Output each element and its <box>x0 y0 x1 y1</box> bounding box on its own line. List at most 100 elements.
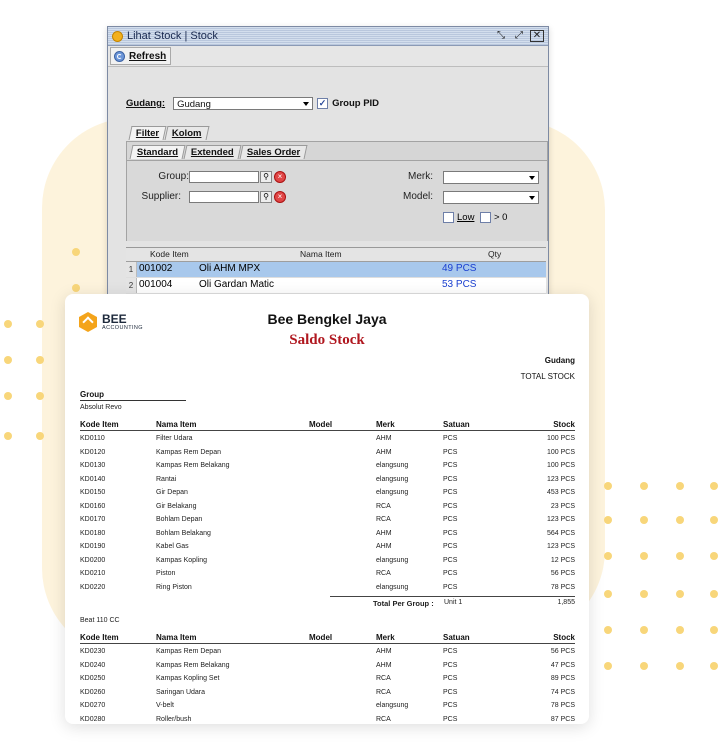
grid-row[interactable]: 2 001004 Oli Gardan Matic 53 PCS <box>126 278 546 294</box>
cell-satuan: PCS <box>443 675 458 682</box>
col-satuan: Satuan <box>443 633 470 642</box>
cell-kode: KD0150 <box>80 489 106 496</box>
chevron-down-icon <box>529 176 535 180</box>
grid-col-nama[interactable]: Nama Item <box>300 249 342 259</box>
cell-kode: KD0260 <box>80 688 106 696</box>
cell-satuan: PCS <box>443 715 458 723</box>
cell-merk: elangsung <box>376 556 409 564</box>
cell-satuan: PCS <box>443 543 458 550</box>
table-row: KD0250 Kampas Kopling Set RCA PCS 89 PCS <box>80 673 575 686</box>
cell-satuan: PCS <box>443 648 458 655</box>
supplier-input[interactable] <box>189 191 259 203</box>
group-search-icon[interactable]: ⚲ <box>260 171 272 183</box>
cell-stock: 453 PCS <box>546 489 575 496</box>
table-row: KD0110 Filter Udara AHM PCS 100 PCS <box>80 433 575 446</box>
table-row: KD0240 Kampas Rem Belakang AHM PCS 47 PCS <box>80 660 575 673</box>
cell-stock: 100 PCS <box>546 435 575 442</box>
decorative-dot <box>676 482 684 490</box>
cell-nama: Filter Udara <box>156 435 193 442</box>
tab-standard-label: Standard <box>136 147 179 158</box>
merk-select[interactable] <box>443 171 539 184</box>
supplier-search-icon[interactable]: ⚲ <box>260 191 272 203</box>
report-gudang: Gudang <box>544 356 575 365</box>
tab-kolom[interactable]: Kolom <box>164 126 210 140</box>
group-total-unit: Unit 1 <box>444 599 463 606</box>
cell-nama: Piston <box>156 570 176 577</box>
cell-kode: KD0240 <box>80 661 106 669</box>
close-icon[interactable]: ✕ <box>530 30 544 42</box>
decorative-dot <box>676 626 684 634</box>
cell-satuan: PCS <box>443 702 458 709</box>
col-model: Model <box>309 420 333 429</box>
supplier-clear-icon[interactable]: × <box>274 191 286 203</box>
cell-satuan: PCS <box>443 556 458 564</box>
cell-stock: 123 PCS <box>546 475 575 483</box>
decorative-dot <box>604 626 612 634</box>
cell-kode: KD0220 <box>80 583 106 591</box>
cell-satuan: PCS <box>443 688 458 696</box>
grid-row[interactable]: 1 001002 Oli AHM MPX 49 PCS <box>126 262 546 278</box>
decorative-dot <box>604 552 612 560</box>
low-checkbox[interactable] <box>443 212 454 223</box>
cell-kode: KD0280 <box>80 715 106 723</box>
cell-kode: KD0190 <box>80 543 106 550</box>
cell-stock: 100 PCS <box>546 462 575 469</box>
group-name: Beat 110 CC <box>80 617 120 624</box>
table-row: KD0260 Saringan Udara RCA PCS 74 PCS <box>80 687 575 700</box>
cell-nama: V-belt <box>156 702 174 709</box>
table-row: KD0180 Bohlam Belakang AHM PCS 564 PCS <box>80 528 575 541</box>
grid-col-kode[interactable]: Kode Item <box>150 249 189 259</box>
grid-cell-qty: 49 PCS <box>442 263 477 274</box>
table-row: KD0210 Piston RCA PCS 56 PCS <box>80 568 575 581</box>
cell-stock: 78 PCS <box>550 583 575 591</box>
window-toolbar: Refresh <box>108 46 548 67</box>
cell-nama: Bohlam Belakang <box>156 529 211 537</box>
group-pid-checkbox[interactable]: ✓ <box>317 98 329 109</box>
decorative-dot <box>36 432 44 440</box>
model-select[interactable] <box>443 191 539 204</box>
refresh-icon <box>114 50 125 62</box>
cell-kode: KD0200 <box>80 556 106 564</box>
cell-merk: RCA <box>376 675 391 682</box>
tab-sales-order-label: Sales Order <box>246 147 301 158</box>
tab-sales-order[interactable]: Sales Order <box>239 145 308 159</box>
cell-nama: Ring Piston <box>156 583 192 591</box>
maximize-icon[interactable]: ⤢ <box>512 30 526 42</box>
col-kode: Kode Item <box>80 633 119 642</box>
restore-icon[interactable]: ⤡ <box>494 30 508 42</box>
group-clear-icon[interactable]: × <box>274 171 286 183</box>
tab-extended[interactable]: Extended <box>183 145 242 159</box>
refresh-label: Refresh <box>129 50 167 62</box>
cell-satuan: PCS <box>443 489 458 496</box>
group-total-label: Total Per Group : <box>373 599 434 608</box>
cell-kode: KD0180 <box>80 529 106 537</box>
decorative-dot <box>604 516 612 524</box>
decorative-dot <box>710 516 718 524</box>
refresh-button[interactable]: Refresh <box>110 47 172 65</box>
tab-standard[interactable]: Standard <box>129 145 186 159</box>
decorative-dot <box>640 482 648 490</box>
filter-panel: Standard Extended Sales Order Group: ⚲ ×… <box>126 141 548 241</box>
grid-cell-nama: Oli Gardan Matic <box>199 279 275 290</box>
window-titlebar: Lihat Stock | Stock ⤡ ⤢ ✕ <box>108 27 548 46</box>
decorative-dot <box>640 662 648 670</box>
grid-col-qty[interactable]: Qty <box>488 249 501 259</box>
group-total-value: 1,855 <box>557 599 575 606</box>
grid-row-index: 2 <box>126 278 137 293</box>
table-row: KD0150 Gir Depan elangsung PCS 453 PCS <box>80 487 575 500</box>
cell-merk: RCA <box>376 570 391 577</box>
decorative-dot <box>710 590 718 598</box>
filter-tabs: Filter Kolom <box>128 126 210 140</box>
greater-zero-checkbox[interactable] <box>480 212 491 223</box>
group-input[interactable] <box>189 171 259 183</box>
decorative-dot <box>676 516 684 524</box>
tab-filter[interactable]: Filter <box>128 126 167 140</box>
cell-kode: KD0210 <box>80 570 106 577</box>
company-name: Bee Bengkel Jaya <box>267 311 387 327</box>
cell-merk: elangsung <box>376 475 409 483</box>
gudang-select[interactable]: Gudang <box>173 97 314 110</box>
decorative-dot <box>36 320 44 328</box>
cell-nama: Kampas Rem Belakang <box>156 661 230 669</box>
table-row: KD0120 Kampas Rem Depan AHM PCS 100 PCS <box>80 447 575 460</box>
table-row: KD0270 V-belt elangsung PCS 78 PCS <box>80 700 575 713</box>
